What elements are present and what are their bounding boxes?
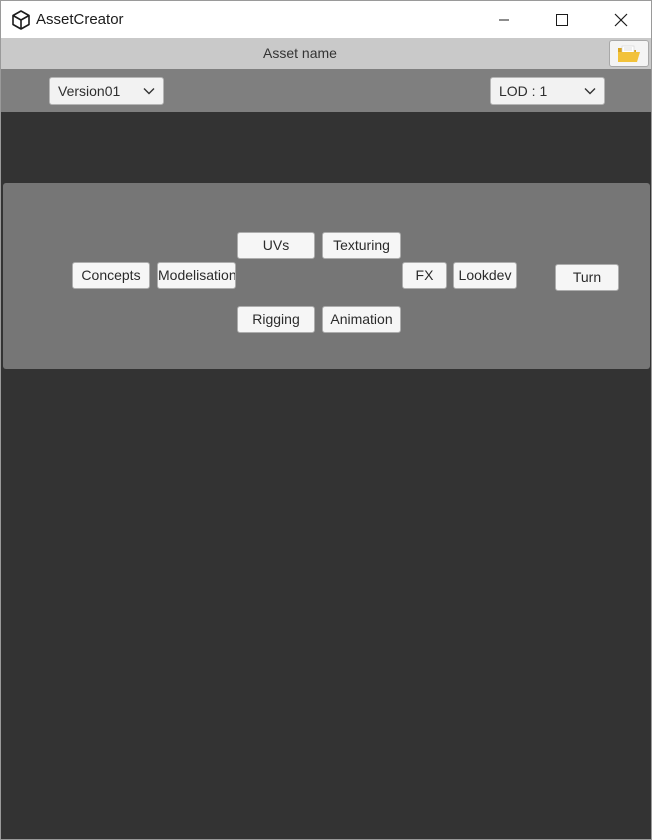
version-selected: Version01 [58,83,121,99]
close-icon [614,13,628,26]
rigging-button[interactable]: Rigging [237,306,315,333]
maximize-icon [556,13,568,26]
concepts-button[interactable]: Concepts [72,262,150,289]
uvs-button[interactable]: UVs [237,232,315,259]
selection-toolbar: Version01 LOD : 1 [1,69,651,112]
minimize-button[interactable] [475,1,533,38]
asset-name-label: Asset name [263,45,337,61]
maximize-button[interactable] [533,1,591,38]
pipeline-panel: Concepts Modelisation UVs Texturing Rigg… [3,183,650,369]
animation-button[interactable]: Animation [322,306,401,333]
title-bar[interactable]: AssetCreator [1,1,651,38]
lookdev-button[interactable]: Lookdev [453,262,517,289]
lod-selected: LOD : 1 [499,83,548,99]
fx-button[interactable]: FX [402,262,447,289]
texturing-button[interactable]: Texturing [322,232,401,259]
unity-logo-icon [12,10,30,30]
chevron-down-icon [143,88,155,95]
version-dropdown[interactable]: Version01 [49,77,164,105]
minimize-icon [499,19,509,20]
window-title: AssetCreator [36,11,124,28]
modelisation-button[interactable]: Modelisation [157,262,236,289]
chevron-down-icon [584,88,596,95]
asset-name-bar: Asset name [1,38,651,69]
asset-creator-window: AssetCreator Asset name Version01 LOD: … [0,0,652,840]
lod-dropdown[interactable]: LOD : 1 [490,77,605,105]
open-folder-button[interactable] [609,40,649,67]
turn-button[interactable]: Turn [555,264,619,291]
close-button[interactable] [592,1,650,38]
open-folder-icon [618,45,640,62]
